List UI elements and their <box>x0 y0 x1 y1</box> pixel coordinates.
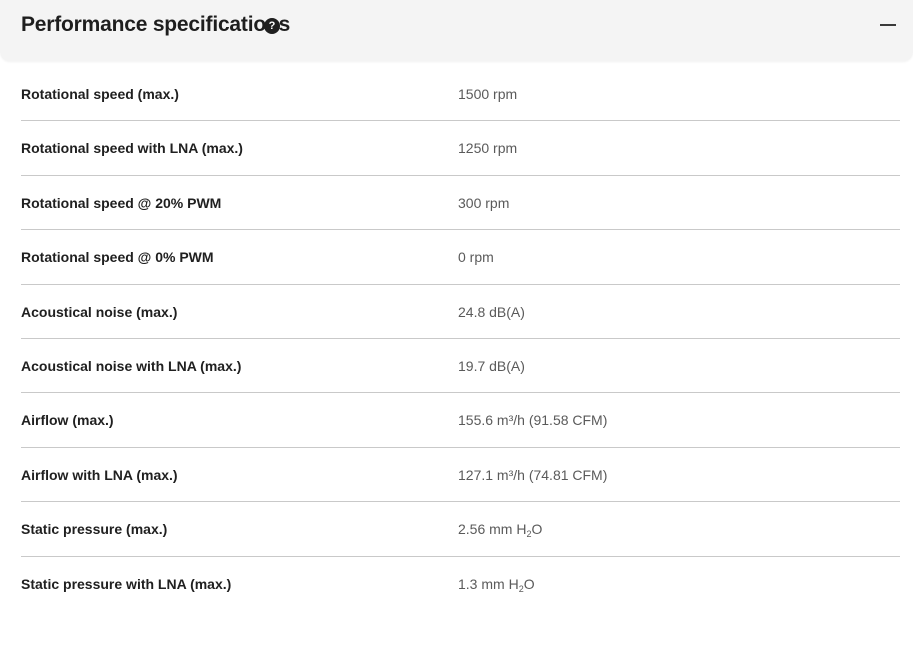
spec-value: 155.6 m³/h (91.58 CFM) <box>458 412 608 429</box>
spec-value: 127.1 m³/h (74.81 CFM) <box>458 466 608 483</box>
table-row: Acoustical noise with LNA (max.) 19.7 dB… <box>21 339 900 394</box>
spec-value: 2.56 mm H2O <box>458 502 542 556</box>
spec-label: Acoustical noise (max.) <box>21 303 178 320</box>
spec-label: Airflow with LNA (max.) <box>21 466 178 483</box>
spec-label: Static pressure with LNA (max.) <box>21 575 232 592</box>
table-row: Acoustical noise (max.) 24.8 dB(A) <box>21 285 900 339</box>
spec-label: Rotational speed (max.) <box>21 86 179 102</box>
spec-value: 19.7 dB(A) <box>458 357 525 374</box>
minus-icon[interactable] <box>880 24 896 26</box>
section-header[interactable]: Performance specifications ? <box>0 0 913 61</box>
section-title: Performance specifications <box>21 13 291 36</box>
spec-value: 300 rpm <box>458 194 510 211</box>
value-text: O <box>531 521 543 538</box>
table-row: Airflow (max.) 155.6 m³/h (91.58 CFM) <box>21 393 900 448</box>
spec-label: Airflow (max.) <box>21 412 114 429</box>
spec-label: Acoustical noise with LNA (max.) <box>21 357 242 374</box>
spec-label: Static pressure (max.) <box>21 521 168 538</box>
value-text: 1.3 mm H <box>458 575 519 592</box>
spec-label: Rotational speed @ 20% PWM <box>21 194 222 211</box>
table-row: Rotational speed with LNA (max.) 1250 rp… <box>21 121 900 176</box>
spec-table: Rotational speed (max.) 1500 rpm Rotatio… <box>0 67 913 611</box>
table-row: Rotational speed (max.) 1500 rpm <box>21 67 900 122</box>
value-text: 2.56 mm H <box>458 521 527 538</box>
table-row: Static pressure with LNA (max.) 1.3 mm H… <box>21 557 900 611</box>
spec-value: 0 rpm <box>458 249 494 266</box>
table-row: Static pressure (max.) 2.56 mm H2O <box>21 502 900 557</box>
spec-value: 1.3 mm H2O <box>458 557 535 611</box>
spec-value: 1250 rpm <box>458 140 518 157</box>
spec-label: Rotational speed with LNA (max.) <box>21 140 243 157</box>
spec-label: Rotational speed @ 0% PWM <box>21 249 214 266</box>
table-row: Rotational speed @ 20% PWM 300 rpm <box>21 176 900 231</box>
question-circle-icon[interactable]: ? <box>264 18 280 34</box>
performance-specifications-panel: Performance specifications ? Rotational … <box>0 0 913 648</box>
table-row: Rotational speed @ 0% PWM 0 rpm <box>21 230 900 285</box>
table-row: Airflow with LNA (max.) 127.1 m³/h (74.8… <box>21 448 900 503</box>
value-text: O <box>523 575 535 592</box>
spec-value: 24.8 dB(A) <box>458 303 525 320</box>
spec-value: 1500 rpm <box>458 86 518 102</box>
